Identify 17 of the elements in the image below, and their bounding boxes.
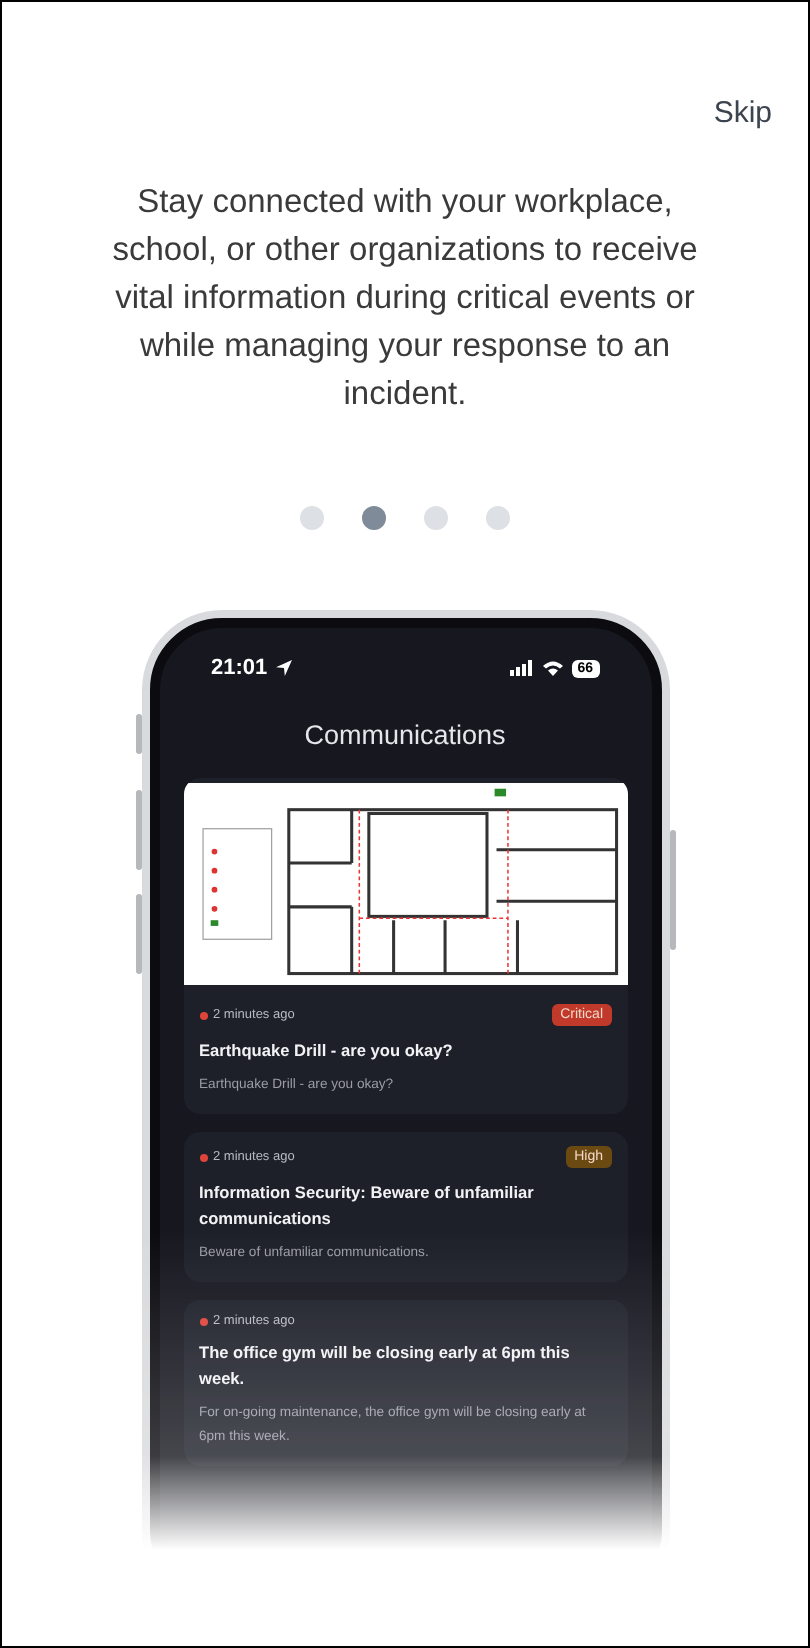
screen-title: Communications (302, 720, 508, 750)
message-title: The office gym will be closing early at 6pm this week. (199, 1340, 572, 1392)
onboarding-message: Stay connected with your workplace, school, or other organizations to receive vital information during critical events or while managing your response to an incident. (110, 182, 700, 416)
signal-icon (509, 660, 534, 676)
unread-dot (199, 1153, 207, 1161)
page-indicator-dot[interactable] (424, 506, 448, 530)
wifi-icon (541, 660, 564, 676)
page-indicator-dot[interactable] (362, 506, 386, 530)
message-title: Earthquake Drill - are you okay? (199, 1038, 455, 1064)
message-title: Information Security: Beware of unfamiliar communications (199, 1180, 536, 1232)
unread-dot (199, 1317, 207, 1325)
status-time: 21:01 (211, 656, 268, 680)
location-arrow-icon (275, 660, 292, 676)
skip-link[interactable]: Skip (713, 96, 772, 130)
page-indicator-dot[interactable] (486, 506, 510, 530)
page-indicator-dot[interactable] (300, 506, 324, 530)
unread-dot (199, 1011, 207, 1019)
